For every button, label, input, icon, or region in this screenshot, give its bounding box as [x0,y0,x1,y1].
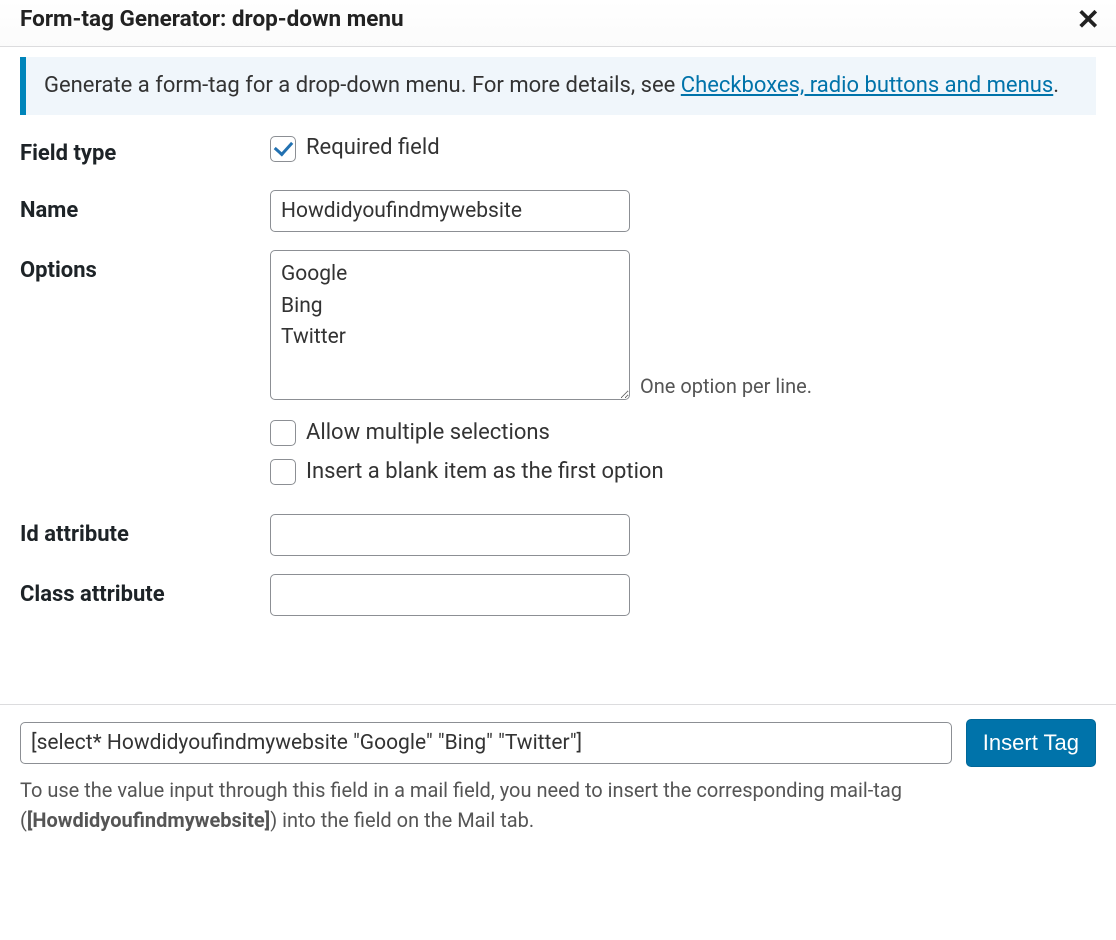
row-class-attr: Class attribute [20,574,1096,616]
insert-tag-button[interactable]: Insert Tag [966,719,1096,767]
row-id-attr: Id attribute [20,514,1096,556]
required-checkbox[interactable] [270,136,296,162]
required-checkbox-label: Required field [306,133,440,164]
form-body: Field type Required field Name Options O… [0,133,1116,703]
dialog-title: Form-tag Generator: drop-down menu [20,4,404,36]
label-field-type: Field type [20,133,270,170]
label-id-attr: Id attribute [20,514,270,551]
label-name: Name [20,190,270,227]
row-options: Options One option per line. Allow multi… [20,250,1096,496]
footer-note-tag: [Howdidyoufindmywebsite] [27,808,270,832]
footer-note-after: ) into the field on the Mail tab. [270,808,534,832]
name-input[interactable] [270,190,630,232]
label-options: Options [20,250,270,287]
info-text-after: . [1053,73,1059,98]
info-text: Generate a form-tag for a drop-down menu… [44,73,681,98]
blank-first-checkbox[interactable] [270,459,296,485]
dialog-footer: Insert Tag To use the value input throug… [0,704,1116,851]
id-attr-input[interactable] [270,514,630,556]
info-box: Generate a form-tag for a drop-down menu… [20,57,1096,116]
class-attr-input[interactable] [270,574,630,616]
close-icon[interactable]: ✕ [1075,6,1102,34]
tag-output[interactable] [20,722,952,764]
blank-first-label: Insert a blank item as the first option [306,457,664,488]
info-link[interactable]: Checkboxes, radio buttons and menus [681,73,1053,98]
dialog-header: Form-tag Generator: drop-down menu ✕ [0,0,1116,47]
row-name: Name [20,190,1096,232]
label-class-attr: Class attribute [20,574,270,611]
allow-multiple-checkbox[interactable] [270,420,296,446]
options-hint: One option per line. [640,372,812,400]
row-field-type: Field type Required field [20,133,1096,172]
options-textarea[interactable] [270,250,630,400]
allow-multiple-label: Allow multiple selections [306,418,550,449]
footer-note: To use the value input through this fiel… [20,775,1096,835]
